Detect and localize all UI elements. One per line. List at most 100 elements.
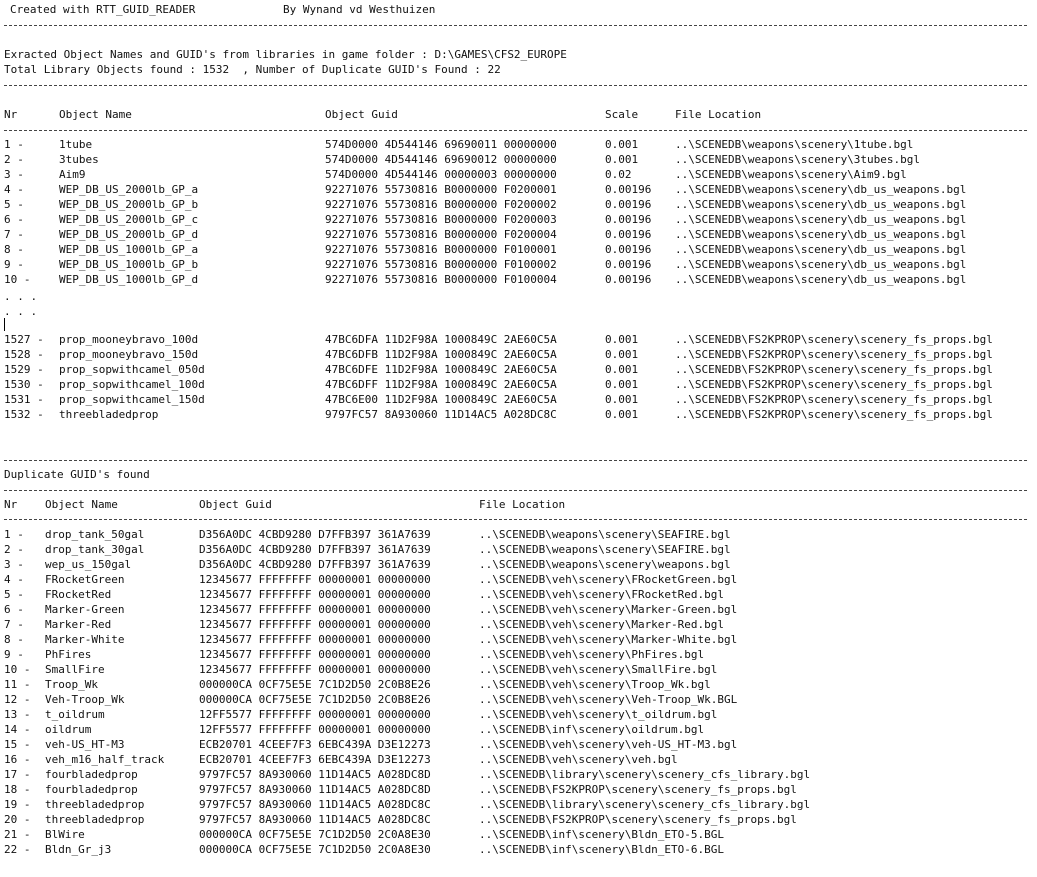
row-object-guid: 000000CA 0CF75E5E 7C1D2D50 2C0B8E26	[199, 678, 431, 691]
ellipsis: . . .	[4, 290, 38, 303]
row-object-name: fourbladedprop	[45, 783, 138, 796]
row-file-location: ..\SCENEDB\weapons\scenery\SEAFIRE.bgl	[479, 543, 731, 556]
row-object-name: WEP_DB_US_2000lb_GP_c	[59, 213, 199, 226]
row-file-location: ..\SCENEDB\veh\scenery\Marker-White.bgl	[479, 633, 738, 646]
row-nr: 9 -	[4, 258, 24, 271]
row-object-guid: D356A0DC 4CBD9280 D7FFB397 361A7639	[199, 528, 431, 541]
row-file-location: ..\SCENEDB\weapons\scenery\db_us_weapons…	[675, 198, 967, 211]
row-object-guid: 92271076 55730816 B0000000 F0200001	[325, 183, 557, 196]
row-object-guid: ECB20701 4CEEF7F3 6EBC439A D3E12273	[199, 753, 431, 766]
row-object-name: Veh-Troop_Wk	[45, 693, 125, 706]
row-file-location: ..\SCENEDB\weapons\scenery\weapons.bgl	[479, 558, 731, 571]
row-file-location: ..\SCENEDB\veh\scenery\Marker-Red.bgl	[479, 618, 725, 631]
row-file-location: ..\SCENEDB\veh\scenery\PhFires.bgl	[479, 648, 705, 661]
row-nr: 1529 -	[4, 363, 44, 376]
row-file-location: ..\SCENEDB\FS2KPROP\scenery\scenery_fs_p…	[675, 363, 993, 376]
header-object-guid: Object Guid	[325, 108, 398, 121]
row-object-guid: 47BC6DFA 11D2F98A 1000849C 2AE60C5A	[325, 333, 557, 346]
header-scale: Scale	[605, 108, 639, 121]
row-object-name: BlWire	[45, 828, 85, 841]
row-file-location: ..\SCENEDB\weapons\scenery\3tubes.bgl	[675, 153, 921, 166]
row-object-guid: 574D0000 4D544146 00000003 00000000	[325, 168, 557, 181]
row-file-location: ..\SCENEDB\veh\scenery\FRocketGreen.bgl	[479, 573, 738, 586]
row-object-name: WEP_DB_US_2000lb_GP_b	[59, 198, 199, 211]
row-file-location: ..\SCENEDB\weapons\scenery\db_us_weapons…	[675, 243, 967, 256]
row-object-name: prop_mooneybravo_100d	[59, 333, 199, 346]
row-file-location: ..\SCENEDB\FS2KPROP\scenery\scenery_fs_p…	[675, 333, 993, 346]
row-nr: 1528 -	[4, 348, 44, 361]
row-file-location: ..\SCENEDB\FS2KPROP\scenery\scenery_fs_p…	[479, 813, 797, 826]
row-scale: 0.00196	[605, 243, 652, 256]
row-file-location: ..\SCENEDB\veh\scenery\Troop_Wk.bgl	[479, 678, 711, 691]
row-scale: 0.00196	[605, 228, 652, 241]
row-nr: 1531 -	[4, 393, 44, 406]
row-object-guid: 12345677 FFFFFFFF 00000001 00000000	[199, 633, 431, 646]
row-file-location: ..\SCENEDB\weapons\scenery\1tube.bgl	[675, 138, 914, 151]
row-nr: 1 -	[4, 138, 24, 151]
row-object-guid: 12345677 FFFFFFFF 00000001 00000000	[199, 603, 431, 616]
totals-text: Total Library Objects found : 1532 , Num…	[4, 63, 501, 76]
row-object-name: threebladedprop	[45, 813, 145, 826]
ellipsis: . . .	[4, 305, 38, 318]
row-scale: 0.001	[605, 378, 639, 391]
row-file-location: ..\SCENEDB\inf\scenery\Bldn_ETO-6.BGL	[479, 843, 725, 856]
divider	[4, 519, 1027, 520]
row-object-name: prop_sopwithcamel_050d	[59, 363, 205, 376]
row-object-guid: 574D0000 4D544146 69690011 00000000	[325, 138, 557, 151]
row-object-name: threebladedprop	[45, 798, 145, 811]
header-file-location: File Location	[479, 498, 566, 511]
row-nr: 6 -	[4, 603, 24, 616]
row-object-name: Marker-White	[45, 633, 125, 646]
row-nr: 15 -	[4, 738, 31, 751]
row-file-location: ..\SCENEDB\FS2KPROP\scenery\scenery_fs_p…	[479, 783, 797, 796]
row-file-location: ..\SCENEDB\veh\scenery\veh.bgl	[479, 753, 678, 766]
row-nr: 4 -	[4, 183, 24, 196]
row-file-location: ..\SCENEDB\FS2KPROP\scenery\scenery_fs_p…	[675, 408, 993, 421]
row-object-name: veh_m16_half_track	[45, 753, 165, 766]
row-object-guid: 9797FC57 8A930060 11D14AC5 A028DC8C	[199, 813, 431, 826]
row-nr: 13 -	[4, 708, 31, 721]
row-scale: 0.00196	[605, 258, 652, 271]
row-file-location: ..\SCENEDB\veh\scenery\SmallFire.bgl	[479, 663, 718, 676]
row-file-location: ..\SCENEDB\weapons\scenery\db_us_weapons…	[675, 213, 967, 226]
row-object-guid: 92271076 55730816 B0000000 F0200004	[325, 228, 557, 241]
header-object-guid: Object Guid	[199, 498, 272, 511]
row-nr: 21 -	[4, 828, 31, 841]
row-object-guid: 12345677 FFFFFFFF 00000001 00000000	[199, 618, 431, 631]
row-nr: 9 -	[4, 648, 24, 661]
row-nr: 5 -	[4, 588, 24, 601]
extracted-folder-text: Exracted Object Names and GUID's from li…	[4, 48, 567, 61]
row-object-guid: 47BC6DFF 11D2F98A 1000849C 2AE60C5A	[325, 378, 557, 391]
header-nr: Nr	[4, 498, 18, 511]
row-nr: 18 -	[4, 783, 31, 796]
row-object-name: FRocketGreen	[45, 573, 125, 586]
row-nr: 11 -	[4, 678, 31, 691]
objects-header-row: Nr Object Name Object Guid Scale File Lo…	[4, 107, 761, 122]
row-object-guid: 92271076 55730816 B0000000 F0100002	[325, 258, 557, 271]
row-object-name: SmallFire	[45, 663, 105, 676]
row-nr: 2 -	[4, 543, 24, 556]
divider	[4, 460, 1027, 461]
row-nr: 10 -	[4, 663, 31, 676]
row-object-guid: 12345677 FFFFFFFF 00000001 00000000	[199, 663, 431, 676]
row-nr: 3 -	[4, 168, 24, 181]
row-object-name: Aim9	[59, 168, 86, 181]
header-object-name: Object Name	[45, 498, 118, 511]
row-object-name: Marker-Green	[45, 603, 125, 616]
row-object-name: WEP_DB_US_2000lb_GP_d	[59, 228, 199, 241]
row-object-name: threebladedprop	[59, 408, 159, 421]
row-nr: 17 -	[4, 768, 31, 781]
row-nr: 12 -	[4, 693, 31, 706]
header-file-location: File Location	[675, 108, 762, 121]
row-file-location: ..\SCENEDB\weapons\scenery\db_us_weapons…	[675, 228, 967, 241]
row-file-location: ..\SCENEDB\veh\scenery\t_oildrum.bgl	[479, 708, 718, 721]
row-scale: 0.001	[605, 153, 639, 166]
row-object-name: oildrum	[45, 723, 92, 736]
row-object-name: PhFires	[45, 648, 92, 661]
row-nr: 8 -	[4, 633, 24, 646]
row-object-guid: 47BC6DFE 11D2F98A 1000849C 2AE60C5A	[325, 363, 557, 376]
row-nr: 10 -	[4, 273, 31, 286]
row-object-name: wep_us_150gal	[45, 558, 132, 571]
divider	[4, 130, 1027, 131]
row-nr: 22 -	[4, 843, 31, 856]
